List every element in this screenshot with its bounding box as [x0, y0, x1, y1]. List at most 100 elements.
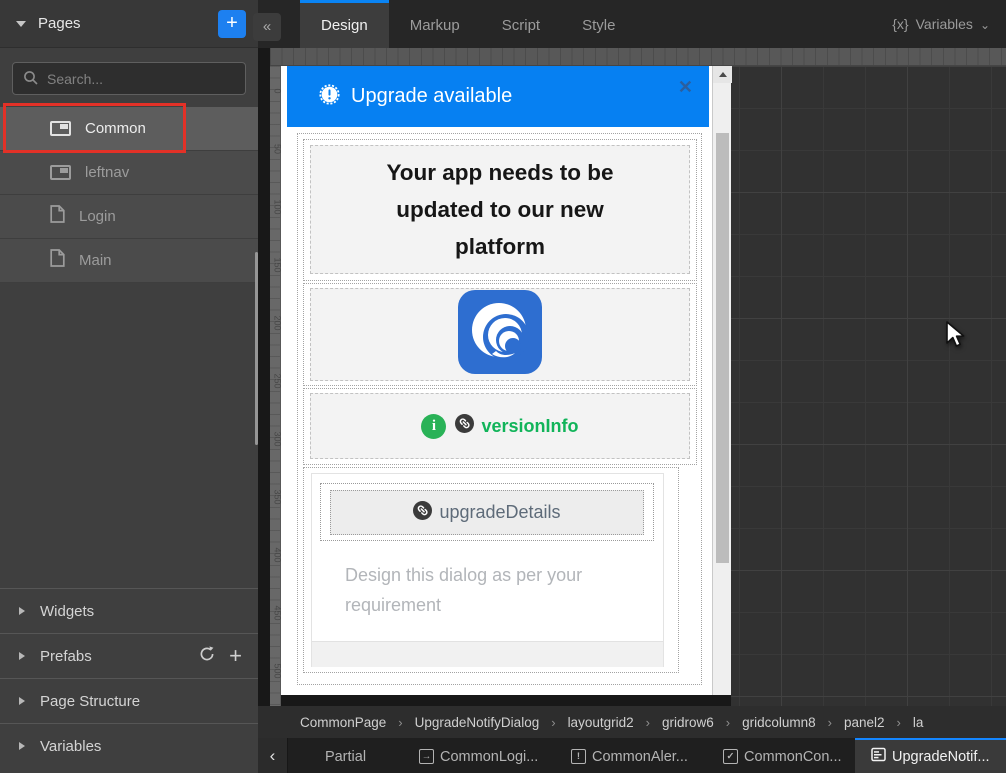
tab-design[interactable]: Design [300, 0, 389, 48]
breadcrumb-item[interactable]: gridcolumn8 [742, 715, 816, 730]
breadcrumb: CommonPage › UpgradeNotifyDialog › layou… [258, 706, 1006, 738]
pages-panel: Pages + Common leftnav Login [0, 0, 258, 773]
fx-icon: {x} [892, 16, 908, 32]
breadcrumb-item[interactable]: panel2 [844, 715, 885, 730]
prefabs-actions: + [198, 645, 242, 668]
sidebar-item-common[interactable]: Common [0, 107, 258, 151]
plus-icon[interactable]: + [229, 646, 242, 666]
version-info-row: i versionInfo [421, 414, 578, 439]
confirm-icon: ✓ [723, 749, 738, 764]
wavemaker-studio: Pages + Common leftnav Login [0, 0, 1006, 773]
breadcrumb-item[interactable]: CommonPage [300, 715, 386, 730]
tab-script[interactable]: Script [481, 0, 561, 48]
picture-widget[interactable] [310, 288, 690, 381]
version-info-label-widget[interactable]: i versionInfo [310, 393, 690, 459]
variables-dropdown[interactable]: {x} Variables ⌄ [892, 0, 990, 48]
canvas-grid [731, 66, 1006, 706]
horizontal-ruler [270, 48, 1006, 66]
page-icon [50, 249, 65, 272]
close-icon[interactable]: ✕ [678, 77, 693, 98]
tab-label: CommonAler... [592, 749, 688, 765]
alert-icon: ! [571, 749, 586, 764]
breadcrumb-item[interactable]: layoutgrid2 [568, 715, 634, 730]
breadcrumb-separator: › [828, 715, 832, 730]
add-page-button[interactable]: + [218, 10, 246, 38]
page-label: Login [79, 208, 116, 225]
dialog-heading-text: Your app needs to be updated to our new … [361, 154, 639, 265]
sidebar-section-variables[interactable]: Variables [0, 723, 258, 768]
collapse-panel-button[interactable]: « [253, 13, 281, 41]
page-label: Main [79, 252, 112, 269]
section-label: Prefabs [40, 648, 92, 665]
dialog-title: Upgrade available [351, 85, 512, 108]
tab-scroll-left-button[interactable]: ‹ [258, 738, 288, 773]
section-label: Widgets [40, 603, 94, 620]
version-info-label: versionInfo [481, 416, 578, 437]
bind-icon [413, 501, 432, 525]
breadcrumb-separator: › [551, 715, 555, 730]
sidebar-section-page-structure[interactable]: Page Structure [0, 678, 258, 723]
dialog-icon [871, 747, 886, 766]
tab-common-alert[interactable]: ! CommonAler... [555, 738, 707, 773]
pages-panel-header[interactable]: Pages + [0, 0, 258, 48]
search-input[interactable] [12, 62, 246, 95]
partial-icon [50, 165, 71, 180]
breadcrumb-separator: › [726, 715, 730, 730]
section-label: Variables [40, 738, 101, 755]
tab-common-confirm[interactable]: ✓ CommonCon... [707, 738, 855, 773]
search-icon [23, 70, 39, 91]
refresh-icon[interactable] [198, 645, 216, 668]
open-files-tabbar: ‹ Partial → CommonLogi... ! CommonAler..… [258, 738, 1006, 773]
page-icon [50, 205, 65, 228]
caret-right-icon [19, 652, 25, 660]
vertical-ruler: 0 50 100 150 200 250 300 350 400 450 500 [270, 66, 281, 706]
badge-icon [319, 84, 340, 110]
dialog-header[interactable]: Upgrade available ✕ [287, 66, 709, 127]
wavemaker-logo-icon [458, 290, 542, 379]
tab-common-login[interactable]: → CommonLogi... [403, 738, 555, 773]
editor-topbar: Design Markup Script Style {x} Variables… [258, 0, 1006, 48]
tab-label: UpgradeNotif... [892, 749, 990, 765]
breadcrumb-separator: › [646, 715, 650, 730]
canvas-scrollbar[interactable] [712, 66, 731, 695]
section-label: Page Structure [40, 693, 140, 710]
tab-markup[interactable]: Markup [389, 0, 481, 48]
page-label: leftnav [85, 164, 129, 181]
variables-dropdown-label: Variables [916, 16, 973, 32]
panel-footer [312, 641, 663, 667]
tab-label: CommonCon... [744, 749, 842, 765]
pages-list: Common leftnav Login Main [0, 107, 258, 283]
breadcrumb-separator: › [398, 715, 402, 730]
chevron-down-icon: ⌄ [980, 18, 990, 32]
scroll-up-button[interactable] [713, 66, 732, 83]
scroll-up-icon [719, 72, 727, 77]
heading-label-widget[interactable]: Your app needs to be updated to our new … [310, 145, 690, 274]
dialog-content-placeholder: Design this dialog as per your requireme… [345, 560, 637, 620]
breadcrumb-item[interactable]: UpgradeNotifyDialog [415, 715, 540, 730]
sidebar-section-prefabs[interactable]: Prefabs + [0, 633, 258, 678]
tab-partial[interactable]: Partial [288, 738, 403, 773]
caret-right-icon [19, 742, 25, 750]
sidebar-item-leftnav[interactable]: leftnav [0, 151, 258, 195]
sidebar-scrollbar[interactable] [255, 252, 258, 445]
sidebar-item-login[interactable]: Login [0, 195, 258, 239]
upgrade-details-button[interactable]: upgradeDetails [330, 490, 644, 535]
caret-right-icon [19, 697, 25, 705]
page-label: Common [85, 120, 146, 137]
breadcrumb-item[interactable]: la [913, 715, 924, 730]
upgrade-details-label: upgradeDetails [439, 502, 560, 523]
tab-style[interactable]: Style [561, 0, 636, 48]
pages-panel-title: Pages [38, 15, 81, 32]
caret-down-icon [16, 21, 26, 27]
sidebar-sections: Widgets Prefabs + Page Structure Variabl… [0, 588, 258, 768]
bind-icon [455, 414, 474, 438]
sidebar-section-widgets[interactable]: Widgets [0, 588, 258, 633]
tab-upgrade-notify[interactable]: UpgradeNotif... [855, 738, 1006, 773]
breadcrumb-separator: › [897, 715, 901, 730]
editor-tabs: Design Markup Script Style [300, 0, 636, 48]
login-icon: → [419, 749, 434, 764]
scrollbar-thumb[interactable] [716, 133, 729, 563]
breadcrumb-item[interactable]: gridrow6 [662, 715, 714, 730]
mouse-cursor [944, 320, 966, 355]
sidebar-item-main[interactable]: Main [0, 239, 258, 283]
